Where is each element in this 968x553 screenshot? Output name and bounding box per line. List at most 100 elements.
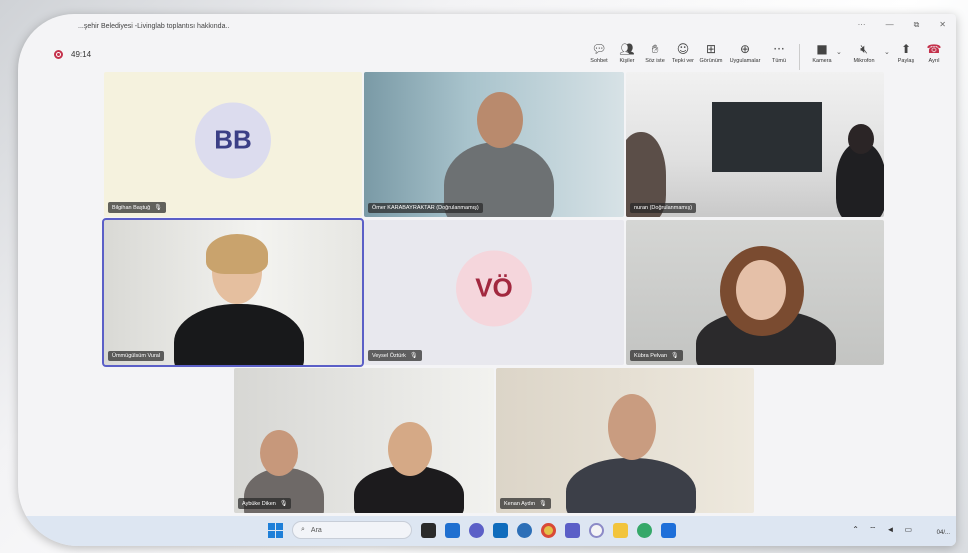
mic-muted-icon: 🎙︎ [279,501,288,507]
people-icon: 👥︎ [619,42,635,56]
edge-icon[interactable] [517,522,532,538]
camera-button[interactable]: ■ Kamera [808,40,836,64]
mic-muted-icon: 🎙︎ [671,353,679,359]
participant-video-head [848,124,874,154]
participant-name: Bilgihan Baştuğ [112,204,151,211]
view-label: Görünüm [699,58,723,64]
more-icon: ··· [773,42,785,56]
restore-icon[interactable]: ⧉ [914,20,920,30]
toolbar-divider [799,44,800,70]
copilot-icon[interactable] [637,522,652,538]
participant-name: nuran (Doğrulanmamış) [634,205,693,211]
raise-hand-button[interactable]: ✋︎ Söz iste [641,40,669,64]
more-label: Tümü [771,58,787,64]
chevron-up-icon[interactable]: ⌃ [852,525,859,535]
leave-button[interactable]: ☎︎ Ayrıl [920,40,948,64]
participant-name-tag: Bilgihan Baştuğ 🎙︎ [108,202,166,213]
leave-call-icon: ☎︎ [926,42,942,56]
participant-video-head [477,92,523,148]
participant-name: Kübra Pelvan [634,352,668,359]
search-icon: ⌕ [301,526,305,533]
widgets-icon[interactable] [445,522,460,538]
window-controls: ··· — ⧉ ✕ [858,20,946,30]
participant-tile[interactable]: Ümmügülsüm Vural [102,218,364,367]
taskbar-apps: ⌕ Ara [268,521,676,539]
participant-video-body [566,458,696,513]
participant-name: Veysel Öztürk [372,352,406,359]
toolbar-actions: 💬︎ Sohbet 👥︎ Kişiler ✋︎ Söz iste ☺ Tepki… [585,40,948,70]
avatar: VÖ [456,249,532,326]
participant-name: Kenan Aydın [504,500,536,507]
recording-icon [54,50,63,59]
paint-icon[interactable] [589,522,604,538]
participant-name-tag: Kenan Aydın 🎙︎ [500,498,551,509]
participant-tile[interactable]: Aybüke Diken 🎙︎ [234,368,494,513]
people-button[interactable]: 👥︎ Kişiler [613,40,641,64]
minimize-icon[interactable]: — [886,20,894,30]
share-icon: ⬆︎ [900,42,912,56]
close-icon[interactable]: ✕ [939,20,946,30]
taskbar-search[interactable]: ⌕ Ara [292,521,412,539]
participant-name: Aybüke Diken [242,500,276,507]
camera-label: Kamera [812,58,832,64]
participant-tile[interactable]: Ömer KARABAYRAKTAR (Doğrulanmamış) [364,72,624,217]
teams-chat-icon[interactable] [469,522,484,538]
react-icon: ☺ [676,42,690,56]
mic-options-chevron-icon[interactable]: ⌄ [884,48,892,56]
meeting-timer: 49:14 [71,50,92,59]
battery-icon[interactable]: ▭ [904,525,912,535]
more-button[interactable]: ··· Tümü [765,40,793,64]
camera-options-chevron-icon[interactable]: ⌄ [836,48,844,56]
screen-photo: ...şehir Belediyesi -Livinglab toplantıs… [0,0,968,553]
windows-start-icon[interactable] [268,522,283,538]
participant-tile[interactable]: nuran (Doğrulanmamış) [626,72,884,217]
participant-video-head [260,430,298,476]
participant-name-tag: Ümmügülsüm Vural [108,351,165,361]
taskbar-date[interactable]: 04/... [937,530,950,536]
participant-name-tag: Kübra Pelvan 🎙︎ [630,350,683,361]
more-options-icon[interactable]: ··· [858,20,866,30]
participant-tile[interactable]: VÖ Veysel Öztürk 🎙︎ [364,220,624,365]
outlook-icon[interactable] [493,522,508,538]
view-button[interactable]: ⊞ Görünüm [697,40,725,64]
raise-hand-label: Söz iste [645,58,665,64]
chat-icon: 💬︎ [591,42,607,56]
leave-label: Ayrıl [928,58,940,64]
participant-video-head [608,394,656,460]
volume-icon[interactable]: ◄ [887,525,895,535]
participant-name-tag: Veysel Öztürk 🎙︎ [368,350,422,361]
mic-button[interactable]: 🔇︎ Mikrofon [844,40,884,64]
react-button[interactable]: ☺ Tepki ver [669,40,697,64]
teams-icon[interactable] [565,522,580,538]
apps-icon: ⊕ [739,42,751,56]
room-screen [712,102,822,172]
participant-tile[interactable]: Kübra Pelvan 🎙︎ [626,220,884,365]
participant-tile[interactable]: Kenan Aydın 🎙︎ [496,368,754,513]
search-placeholder: Ara [310,526,322,534]
participant-video-hair [206,234,268,274]
chrome-icon[interactable] [541,522,556,538]
chat-button[interactable]: 💬︎ Sohbet [585,40,613,64]
share-button[interactable]: ⬆︎ Paylaş [892,40,920,64]
task-view-icon[interactable] [421,522,436,538]
participant-tile[interactable]: BB Bilgihan Baştuğ 🎙︎ [104,72,362,217]
apps-button[interactable]: ⊕ Uygulamalar [725,40,765,64]
people-label: Kişiler [619,58,635,64]
network-icon[interactable]: ⌔ [869,525,877,535]
mic-muted-icon: 🔇︎ [860,42,868,56]
participant-video-head [736,260,786,320]
view-icon: ⊞ [705,42,717,56]
mic-label: Mikrofon [853,58,875,64]
participant-name-tag: Aybüke Diken 🎙︎ [238,498,292,509]
mic-muted-icon: 🎙︎ [409,353,418,359]
participant-name: Ümmügülsüm Vural [112,353,161,359]
participant-name: Ömer KARABAYRAKTAR (Doğrulanmamış) [372,205,479,211]
apps-label: Uygulamalar [729,58,761,64]
participant-video-head [388,422,432,476]
title-bar: ...şehir Belediyesi -Livinglab toplantıs… [18,14,956,38]
mic-muted-icon: 🎙︎ [539,501,547,507]
mic-muted-icon: 🎙︎ [154,205,162,211]
file-explorer-icon[interactable] [613,522,628,538]
store-icon[interactable] [661,522,676,538]
participant-name-tag: Ömer KARABAYRAKTAR (Doğrulanmamış) [368,203,483,213]
